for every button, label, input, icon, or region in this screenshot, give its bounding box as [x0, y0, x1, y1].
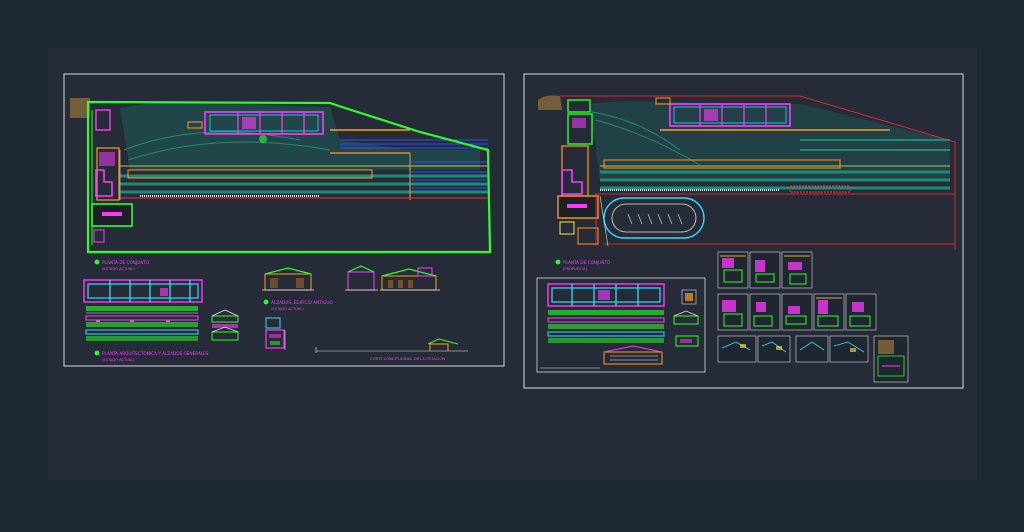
label-elevation-sub: (ESTADO ACTUAL) [271, 307, 304, 311]
green-dot-icon [94, 350, 100, 356]
label-elevation: ALZADOS, EDIFICIO ANTIGUO [271, 300, 333, 305]
green-dot-icon [555, 259, 561, 265]
cad-drawing: PLANTA DE CONJUNTO (ESTADO ACTUAL) PLANT… [0, 0, 1024, 527]
label-site-plan: PLANTA DE CONJUNTO [102, 260, 150, 265]
label-architectural-plan: PLANTA ARQUITECTONICA Y ALZADOS GENERALE… [102, 351, 209, 356]
label-section: CORTE LONGITUDINAL DE LA ESTACION [370, 356, 445, 361]
label-site-plan-sub: (ESTADO ACTUAL) [102, 267, 135, 271]
label-site-plan-proposal-title: PLANTA DE CONJUNTO [563, 260, 611, 265]
label-architectural-plan-sub: (ESTADO ACTUAL) [102, 358, 135, 362]
green-dot-icon [263, 299, 269, 305]
label-site-plan-proposal-sub: (PROPUESTA) [563, 267, 588, 271]
green-dot-icon [94, 259, 100, 265]
cad-viewport[interactable]: PLANTA DE CONJUNTO (ESTADO ACTUAL) PLANT… [0, 0, 1024, 527]
